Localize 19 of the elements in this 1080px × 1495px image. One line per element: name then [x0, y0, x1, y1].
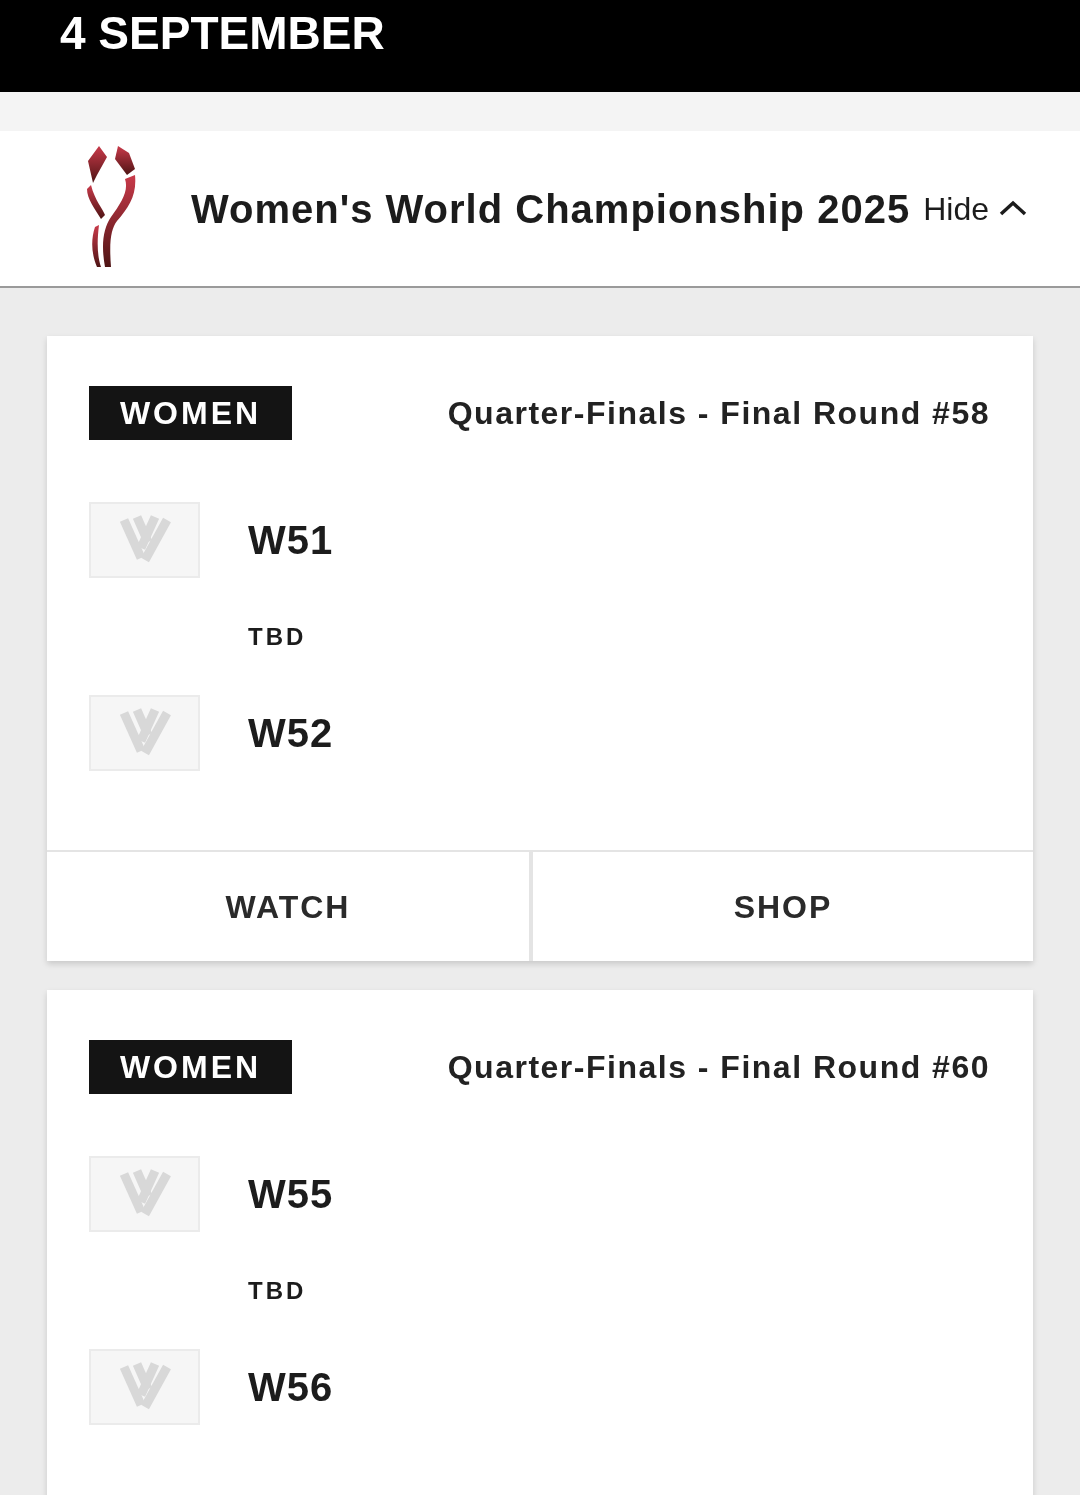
action-button[interactable]: SHOP: [529, 852, 1033, 961]
action-button[interactable]: WATCH: [47, 852, 529, 961]
collapse-toggle[interactable]: Hide: [923, 192, 1027, 225]
round-label: Quarter-Finals - Final Round #60: [447, 1051, 990, 1083]
category-badge: WOMEN: [89, 386, 292, 440]
match-status: TBD: [248, 624, 307, 649]
team-logo-icon: [89, 695, 200, 771]
team-logo-icon: [89, 1156, 200, 1232]
date-heading: 4 SEPTEMBER: [60, 10, 385, 56]
category-badge: WOMEN: [89, 1040, 292, 1094]
team-logo-icon: [89, 1349, 200, 1425]
round-label: Quarter-Finals - Final Round #58: [447, 397, 990, 429]
team-name: W52: [248, 713, 334, 753]
team-name: W56: [248, 1367, 334, 1407]
team-logo-icon: [89, 502, 200, 578]
team-name: W55: [248, 1174, 334, 1214]
competition-title: Women's World Championship 2025: [191, 188, 911, 229]
team-name: W51: [248, 520, 334, 560]
match-status: TBD: [248, 1278, 307, 1303]
